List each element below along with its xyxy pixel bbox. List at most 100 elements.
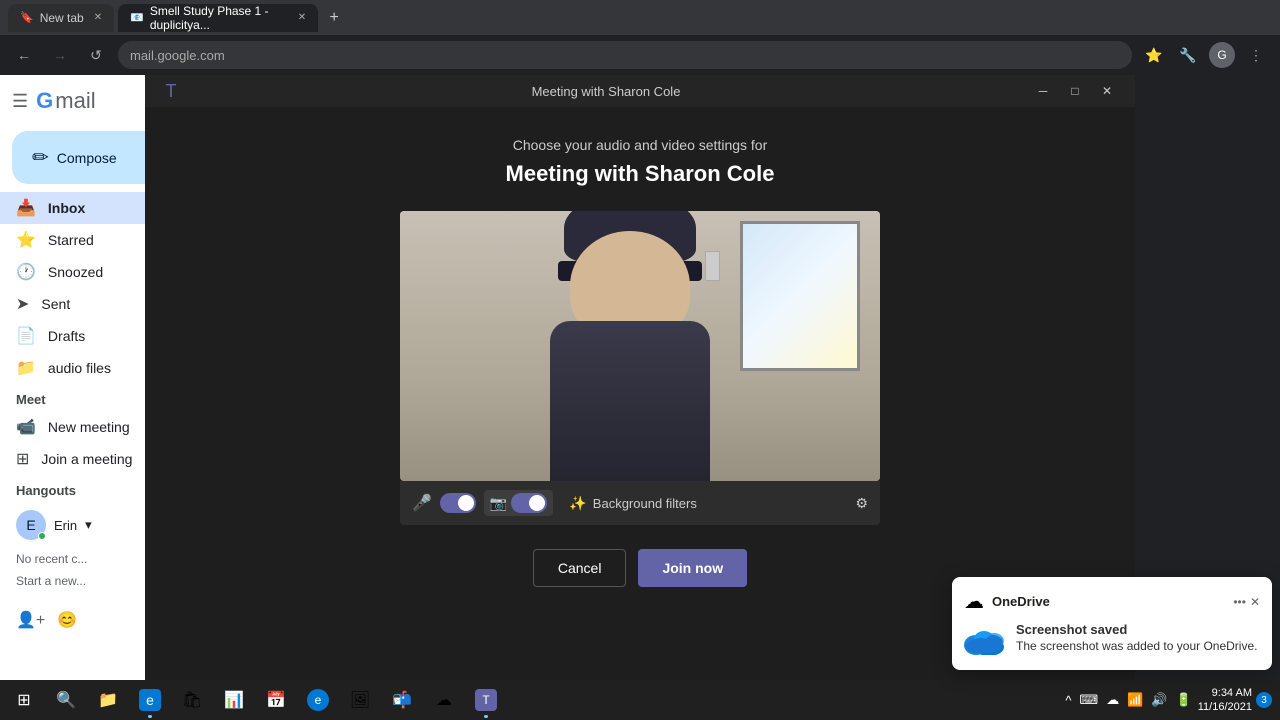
new-meeting-icon: 📹 — [16, 417, 36, 437]
taskbar-edge[interactable]: e — [130, 680, 170, 720]
taskbar-store[interactable]: 🛍 — [172, 680, 212, 720]
join-meeting-label: Join a meeting — [41, 451, 132, 467]
close-button[interactable]: ✕ — [1091, 75, 1123, 107]
modal-meeting-title: Meeting with Sharon Cole — [506, 161, 775, 187]
edge2-icon: e — [307, 689, 329, 711]
more-icon[interactable]: ⋮ — [1242, 41, 1270, 69]
taskbar-file-explorer[interactable]: 📁 — [88, 680, 128, 720]
clock: 9:34 AM 11/16/2021 — [1198, 686, 1252, 715]
browser-toolbar: ← → ↺ mail.google.com ⭐ 🔧 G ⋮ — [0, 35, 1280, 75]
taskbar-onedrive-app[interactable]: ☁ — [424, 680, 464, 720]
date-display: 11/16/2021 — [1198, 700, 1252, 714]
video-toggle[interactable] — [511, 493, 547, 513]
file-explorer-icon: 📁 — [97, 689, 119, 711]
smiley-icon[interactable]: 😊 — [57, 610, 77, 630]
hangouts-username: Erin — [54, 518, 77, 533]
hangouts-status-dot — [38, 532, 46, 540]
star-icon: ⭐ — [16, 230, 36, 250]
store-icon: 🛍 — [181, 689, 203, 711]
photos-icon: 🖼 — [349, 689, 371, 711]
background-filters-button[interactable]: ✨ Background filters — [569, 495, 697, 512]
mic-toggle[interactable] — [440, 493, 476, 513]
refresh-button[interactable]: ↺ — [82, 41, 110, 69]
forward-button[interactable]: → — [46, 41, 74, 69]
taskbar-app7[interactable]: 📬 — [382, 680, 422, 720]
time-display: 9:34 AM — [1198, 686, 1252, 700]
video-cam-icon: 📷 — [490, 495, 507, 512]
notification-message-title: Screenshot saved — [1016, 622, 1257, 637]
show-hidden-icon[interactable]: ^ — [1065, 693, 1071, 708]
join-now-button[interactable]: Join now — [638, 549, 747, 587]
battery-icon[interactable]: 🔋 — [1176, 692, 1192, 708]
add-people-icon[interactable]: 👤+ — [16, 610, 45, 630]
wifi-icon[interactable]: 📶 — [1127, 692, 1143, 708]
action-buttons: Cancel Join now — [533, 549, 747, 587]
bg-filters-icon: ✨ — [569, 495, 586, 512]
hangouts-avatar: E — [16, 510, 46, 540]
video-preview — [400, 211, 880, 481]
profile-icon[interactable]: G — [1208, 41, 1236, 69]
hamburger-menu[interactable]: ☰ — [12, 91, 28, 112]
snoozed-label: Snoozed — [48, 264, 103, 280]
extension-icon[interactable]: 🔧 — [1174, 41, 1202, 69]
onedrive-logo-big — [964, 622, 1004, 658]
video-toggle-container: 📷 — [484, 490, 553, 516]
tab-icon-gmail: 📧 — [130, 11, 144, 24]
join-meeting-icon: ⊞ — [16, 449, 29, 469]
taskbar-edge2[interactable]: e — [298, 680, 338, 720]
app7-icon: 📬 — [391, 689, 413, 711]
gmail-logo: G mail — [36, 88, 95, 114]
modal-subtitle: Choose your audio and video settings for — [513, 137, 768, 153]
onedrive-notification: ☁ OneDrive ••• ✕ Screenshot saved The sc… — [952, 577, 1272, 670]
person-torso — [550, 321, 710, 481]
minimize-button[interactable]: ─ — [1027, 75, 1059, 107]
start-button[interactable]: ⊞ — [0, 680, 48, 720]
cancel-button[interactable]: Cancel — [533, 549, 627, 587]
taskbar-onedrive-icon[interactable]: ☁ — [1106, 692, 1119, 708]
drafts-label: Drafts — [48, 328, 85, 344]
window-controls: ─ □ ✕ — [1027, 75, 1123, 107]
inbox-icon: 📥 — [16, 198, 36, 218]
tab-gmail[interactable]: 📧 Smell Study Phase 1 - duplicitya... ✕ — [118, 4, 318, 32]
taskbar-calendar-app[interactable]: 📅 — [256, 680, 296, 720]
taskbar-items: 📁 e 🛍 📊 📅 e 🖼 📬 ☁ T — [88, 680, 506, 720]
back-button[interactable]: ← — [10, 41, 38, 69]
address-bar[interactable]: mail.google.com — [118, 41, 1132, 69]
starred-label: Starred — [48, 232, 94, 248]
room-window — [740, 221, 860, 371]
notification-close-button[interactable]: ✕ — [1250, 595, 1260, 609]
onedrive-app-icon: ☁ — [433, 689, 455, 711]
tab-bar: 🔖 New tab ✕ 📧 Smell Study Phase 1 - dupl… — [0, 0, 1280, 35]
controls-bar: 🎤 📷 ✨ Background filters ⚙ — [400, 481, 880, 525]
taskbar: ⊞ 🔍 📁 e 🛍 📊 📅 e 🖼 📬 ☁ — [0, 680, 1280, 720]
taskbar-ppts[interactable]: 📊 — [214, 680, 254, 720]
taskbar-right: ^ ⌨ ☁ 📶 🔊 🔋 9:34 AM 11/16/2021 3 — [1063, 686, 1280, 715]
taskbar-photos[interactable]: 🖼 — [340, 680, 380, 720]
tab-new-tab[interactable]: 🔖 New tab ✕ — [8, 4, 114, 32]
compose-icon: ✏ — [32, 145, 49, 170]
tab-close-gmail[interactable]: ✕ — [298, 12, 306, 23]
browser-frame: 🔖 New tab ✕ 📧 Smell Study Phase 1 - dupl… — [0, 0, 1280, 75]
tab-icon-new: 🔖 — [20, 11, 34, 24]
folder-icon: 📁 — [16, 358, 36, 378]
teams-logo-icon: T — [166, 81, 177, 102]
send-icon: ➤ — [16, 294, 29, 314]
notification-more-button[interactable]: ••• — [1233, 595, 1246, 609]
tab-label-new: New tab — [40, 11, 84, 25]
onedrive-logo-svg — [964, 625, 1004, 655]
maximize-button[interactable]: □ — [1059, 75, 1091, 107]
new-tab-button[interactable]: + — [322, 6, 346, 30]
search-button[interactable]: 🔍 — [48, 682, 84, 718]
bookmark-icon[interactable]: ⭐ — [1140, 41, 1168, 69]
notification-header: ☁ OneDrive ••• ✕ — [964, 589, 1260, 614]
mic-button[interactable]: 🎤 — [412, 493, 432, 513]
settings-button[interactable]: ⚙ — [855, 495, 868, 512]
mic-toggle-knob — [458, 495, 474, 511]
calendar-app-icon: 📅 — [265, 689, 287, 711]
taskbar-teams-app[interactable]: T — [466, 680, 506, 720]
hangouts-chevron: ▾ — [85, 517, 92, 533]
volume-icon[interactable]: 🔊 — [1151, 692, 1167, 708]
keyboard-icon[interactable]: ⌨ — [1079, 692, 1098, 708]
tab-close-new[interactable]: ✕ — [94, 12, 102, 23]
notification-badge[interactable]: 3 — [1256, 692, 1272, 708]
